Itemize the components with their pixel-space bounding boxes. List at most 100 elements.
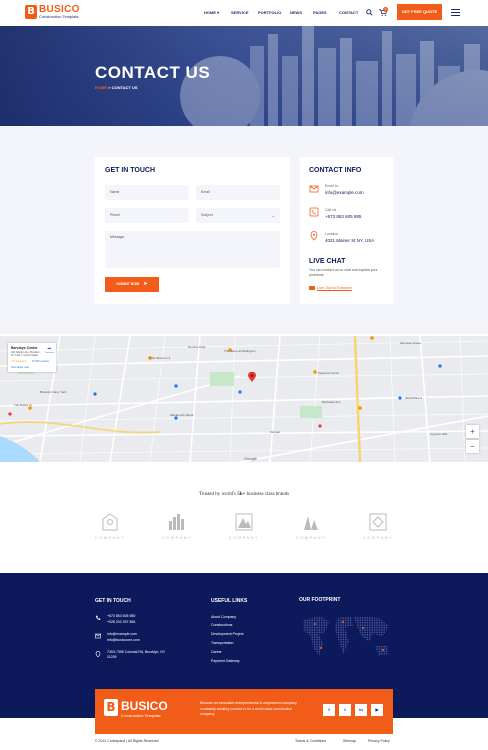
twitter-icon[interactable]: t — [339, 704, 351, 716]
brand-logo: COMPANY — [293, 513, 329, 540]
directions-button[interactable]: ➦ Directions — [45, 346, 54, 354]
form-title: GET IN TOUCH — [105, 167, 156, 174]
chevron-down-icon: ⌄ — [271, 213, 275, 218]
contact-info-title: CONTACT INFO — [309, 167, 362, 174]
map-place-reviews[interactable]: 97,832 reviews — [32, 360, 49, 363]
terms-link[interactable]: Teams & Conditions — [295, 739, 326, 743]
submit-button[interactable]: SUBMIT NOW ➤ — [105, 277, 159, 292]
trusted-prefix: Trusted by world's — [198, 492, 238, 497]
live-chat-title: LIVE CHAT — [309, 258, 346, 265]
nav-item-service[interactable]: SERVICE — [231, 10, 258, 15]
brand-logo-icon — [235, 513, 253, 531]
location-label: Location — [325, 232, 339, 236]
location-icon — [95, 651, 101, 657]
call-label: Call Us — [325, 208, 337, 212]
map-label: Morgan — [270, 430, 281, 434]
email-address[interactable]: info@example.com — [325, 190, 364, 195]
view-larger-map-link[interactable]: View larger map — [11, 366, 29, 369]
nav-item-portfolio[interactable]: PORTFOLIO — [258, 10, 290, 15]
trusted-brands-heading: Trusted by world's 5k+ business class br… — [0, 492, 488, 497]
footer-logo-icon[interactable]: B — [104, 699, 118, 716]
brand-logo: COMPANY — [92, 513, 128, 540]
footer-phone-2[interactable]: +928 202 397 896 — [107, 620, 135, 625]
footer-links-title: USEFUL LINKS — [211, 598, 248, 604]
phone-number[interactable]: +673 853 605 985 — [325, 214, 361, 219]
footer-footprint-title: OUR FOOTPRINT — [299, 597, 341, 603]
nav-item-contact[interactable]: CONTACT — [339, 10, 358, 15]
get-free-quote-button[interactable]: GET FREE QUOTE — [397, 4, 442, 20]
map-place-address: 620 Atlantic Ave, Brooklyn, NY 11217, Un… — [11, 351, 41, 357]
map-label: The Salve at Wellington — [224, 349, 256, 353]
map-place-rating: 4.5 ★★★★★ — [11, 360, 27, 363]
footer-about-text: Become an innovative entrepreneurial & e… — [200, 701, 297, 716]
footer-touch-title: GET IN TOUCH — [95, 598, 131, 604]
live-chat-text: You can contact us on chat and explain y… — [309, 268, 378, 277]
linkedin-icon[interactable]: in — [355, 704, 367, 716]
facebook-icon[interactable]: f — [323, 704, 335, 716]
map-label: NEOPRILLS — [405, 396, 422, 400]
brand-logo-icon — [304, 516, 318, 530]
map-marker-icon[interactable] — [248, 372, 256, 382]
logo-tagline: Construction Template — [39, 14, 79, 19]
phone-icon — [96, 615, 101, 620]
email-icon — [95, 633, 101, 639]
map-label: Cypress Hills — [430, 432, 448, 436]
send-icon: ➤ — [143, 281, 148, 287]
nav-item-home[interactable]: HOME ▾ — [204, 10, 231, 15]
zoom-in-button[interactable]: + — [466, 425, 479, 438]
footer-logo-tagline: Construction Template — [121, 713, 161, 718]
page-title: CONTACT US — [95, 63, 211, 82]
brand-name: COMPANY — [228, 535, 260, 540]
address: 4021 Mainer St NY, USA — [325, 238, 375, 243]
footer-link[interactable]: Development Project — [211, 632, 244, 636]
chat-bubble-icon — [309, 286, 315, 290]
map-label: Brooklyn Navy Yard — [40, 390, 67, 394]
sitemap-link[interactable]: Sitemap — [343, 739, 356, 743]
search-icon[interactable] — [366, 9, 373, 16]
footer-link[interactable]: About Company — [211, 615, 236, 619]
bottom-bar — [0, 734, 488, 750]
live-chat-link-row[interactable]: Live Chat to Executive — [309, 286, 352, 290]
brand-name: COMPANY — [295, 535, 327, 540]
cart-count-badge: 0 — [383, 7, 388, 12]
footer-email-2[interactable]: info@busicoone.com — [107, 638, 140, 643]
breadcrumb-home-link[interactable]: HOME — [95, 85, 107, 90]
nav-item-pages[interactable]: PAGES — [313, 10, 339, 15]
map-label: The Museum 3 — [150, 356, 171, 360]
hamburger-menu-icon[interactable] — [451, 9, 460, 16]
zoom-out-button[interactable]: − — [466, 440, 479, 453]
footer-link[interactable]: Transportation — [211, 641, 233, 645]
youtube-icon[interactable]: ▶ — [371, 704, 383, 716]
hero-city-illustration — [180, 26, 488, 126]
footer-link[interactable]: Constructions — [211, 623, 232, 627]
copyright-text: © 2021 Codexpand | All Rights Reserved — [95, 739, 159, 743]
map-label: The Bucks Yo — [14, 403, 33, 407]
footer-address: 7303-7398 Colonial Rd, Brooklyn, NY 1120… — [107, 650, 166, 659]
logo-icon[interactable]: B — [25, 5, 37, 19]
subject-select-value: Subject — [201, 213, 213, 217]
message-textarea[interactable]: Message — [105, 231, 280, 268]
footer-link[interactable]: Career — [211, 650, 222, 654]
breadcrumb-current: CONTACT US — [111, 85, 138, 90]
footer-email-1[interactable]: info@example.com — [107, 632, 137, 637]
brand-logo: COMPANY — [159, 513, 195, 540]
name-field[interactable]: Name — [105, 185, 189, 200]
location-icon — [310, 231, 318, 241]
footer-phone-1[interactable]: +673 853 605 985 — [107, 614, 135, 619]
main-nav: HOME ▾ SERVICE PORTFOLIO NEWS PAGES CONT… — [204, 10, 358, 15]
brand-name: COMPANY — [94, 535, 126, 540]
page-hero — [0, 26, 488, 126]
privacy-policy-link[interactable]: Privacy Policy — [368, 739, 390, 743]
map-label: Bushwick Ave — [322, 400, 341, 404]
footer-link[interactable]: Payment Gateway — [211, 659, 240, 663]
phone-field[interactable]: Phone — [105, 208, 189, 223]
nav-item-news[interactable]: NEWS — [290, 10, 313, 15]
live-chat-link[interactable]: Live Chat to Executive — [317, 286, 352, 290]
map-label: Mountain Dates — [400, 341, 422, 345]
brand-logo-icon — [369, 513, 387, 531]
email-field[interactable]: Email — [196, 185, 280, 200]
footer-logo-text[interactable]: BUSICO — [121, 699, 168, 713]
map-label: Domino Park — [188, 345, 206, 349]
submit-button-label: SUBMIT NOW — [116, 282, 140, 286]
subject-select[interactable]: Subject ⌄ — [196, 208, 280, 223]
